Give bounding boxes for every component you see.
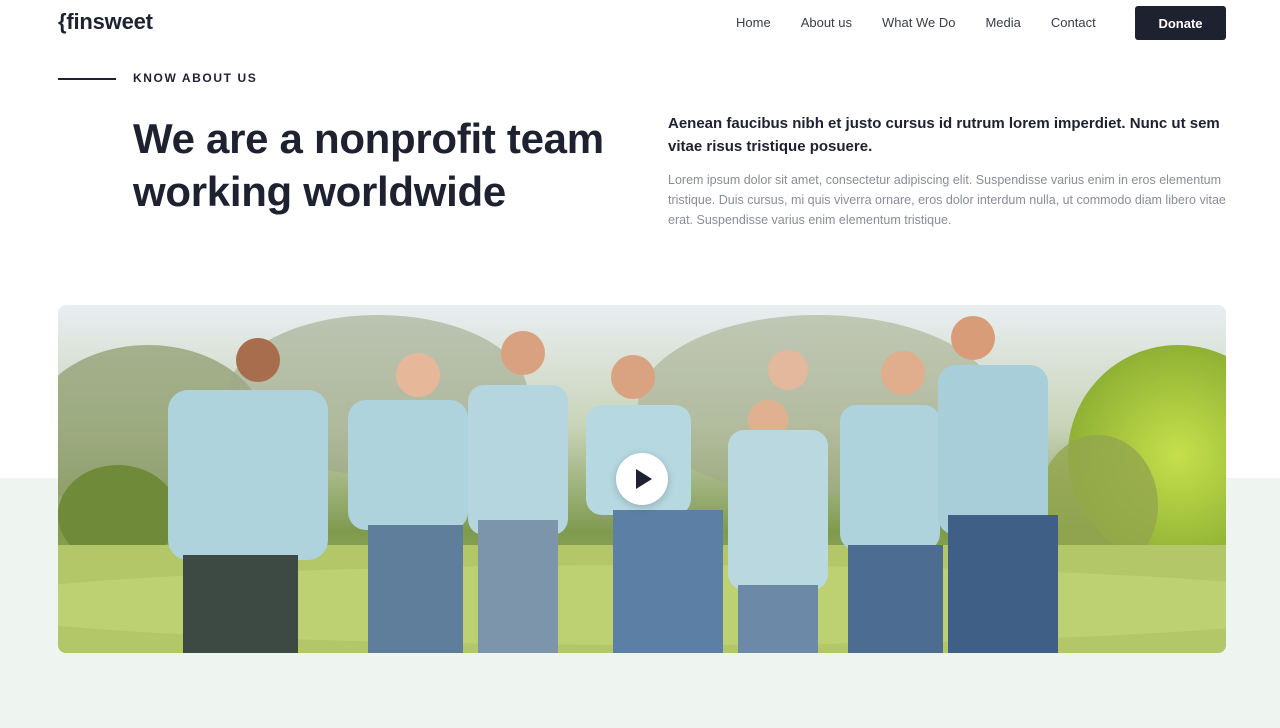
navbar: {finsweet Home About us What We Do Media… xyxy=(0,0,1280,46)
hero-video-thumbnail[interactable] xyxy=(58,305,1226,653)
play-icon xyxy=(636,469,652,489)
nav-media[interactable]: Media xyxy=(985,14,1020,32)
play-button[interactable] xyxy=(616,453,668,505)
lead-paragraph: Aenean faucibus nibh et justo cursus id … xyxy=(668,115,1220,155)
page-title: We are a nonprofit team working worldwid… xyxy=(133,115,604,215)
nav-home[interactable]: Home xyxy=(736,14,771,32)
donate-button[interactable]: Donate xyxy=(1135,6,1226,40)
section-eyebrow: KNOW ABOUT US xyxy=(133,71,258,85)
eyebrow-divider xyxy=(58,78,116,80)
nav-contact[interactable]: Contact xyxy=(1051,14,1096,32)
nav-links: Home About us What We Do Media Contact xyxy=(736,14,1126,32)
nav-about-us[interactable]: About us xyxy=(801,14,852,32)
body-paragraph: Lorem ipsum dolor sit amet, consectetur … xyxy=(668,173,1226,227)
page: {finsweet Home About us What We Do Media… xyxy=(0,0,1280,728)
logo[interactable]: {finsweet xyxy=(58,9,153,35)
nav-what-we-do[interactable]: What We Do xyxy=(882,14,955,32)
